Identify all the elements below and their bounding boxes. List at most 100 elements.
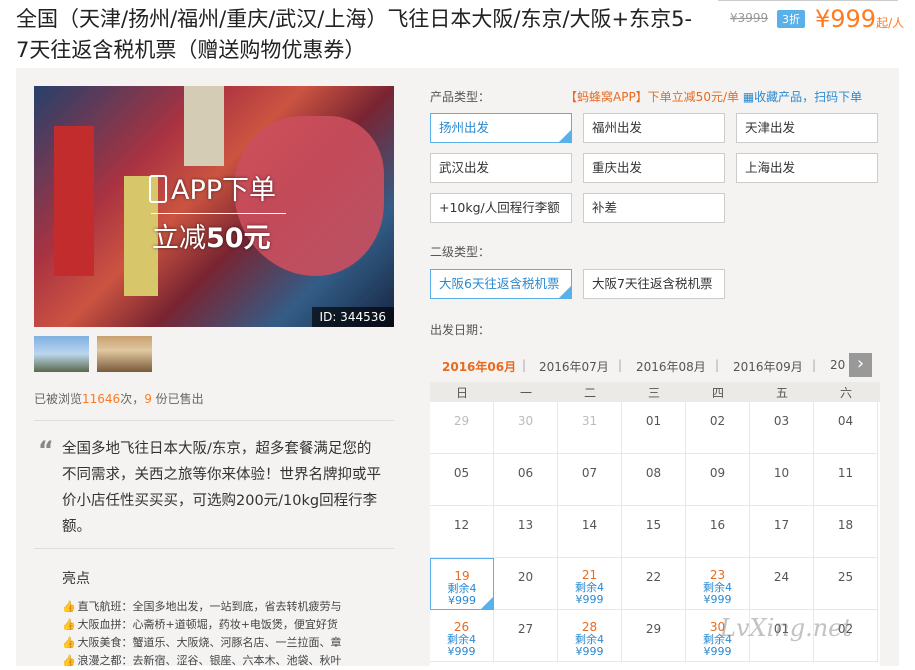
day-number: 09 <box>709 466 726 480</box>
month-tabs: 2016年06月 | 2016年07月 | 2016年08月 | 2016年09… <box>430 348 880 382</box>
price-unit: 起/人 <box>876 16 905 30</box>
calendar-day: 11 <box>814 454 878 506</box>
stats-suffix: 份已售出 <box>151 392 204 406</box>
calendar-day: 15 <box>622 506 686 558</box>
option-yangzhou[interactable]: 扬州出发 <box>430 113 572 143</box>
day-number: 28 <box>581 620 598 634</box>
day-number: 21 <box>581 568 598 582</box>
day-number: 06 <box>517 466 534 480</box>
discount-badge: 3折 <box>777 10 805 28</box>
calendar-day: 31 <box>558 402 622 454</box>
calendar-day[interactable]: 26 剩余4 ¥999 <box>430 610 494 662</box>
tab-month-06[interactable]: 2016年06月 <box>442 358 516 375</box>
current-price: ¥999起/人 <box>815 5 904 33</box>
day-number: 26 <box>453 620 470 634</box>
summary-divider <box>34 548 394 549</box>
stats-mid: 次， <box>120 392 145 406</box>
hero-image[interactable]: APP下单 立减50元 ID: 344536 <box>34 86 394 327</box>
day-number: 24 <box>773 570 790 584</box>
original-price: ¥3999 <box>730 11 769 25</box>
calendar-day: 02 <box>686 402 750 454</box>
calendar-day[interactable]: 19 剩余4 ¥999 <box>430 558 494 610</box>
option-osaka-7day[interactable]: 大阪7天往返含税机票 <box>583 269 725 299</box>
app-promo-link[interactable]: 【蚂蜂窝APP】下单立减50元/单 <box>565 90 739 104</box>
highlights-list: 👍 直飞航班：全国多地出发，一站到底，省去转机疲劳与 👍 大阪血拼：心斋桥+道顿… <box>62 598 392 670</box>
phone-icon <box>149 175 167 203</box>
day-number: 16 <box>709 518 726 532</box>
qr-icon[interactable]: ▦ <box>743 90 754 104</box>
highlights-title: 亮点 <box>62 571 90 587</box>
day-price: ¥999 <box>703 593 732 606</box>
next-month-arrow-icon[interactable]: › <box>849 353 872 377</box>
product-title: 全国（天津/扬州/福州/重庆/武汉/上海）飞往日本大阪/东京/大阪+东京5-7天… <box>16 7 693 62</box>
tab-month-09[interactable]: 2016年09月 <box>733 358 803 375</box>
option-osaka-6day[interactable]: 大阪6天往返含税机票 <box>430 269 572 299</box>
calendar-day: 29 <box>622 610 686 662</box>
highlight-item: 👍 大阪血拼：心斋桥+道顿堀，药妆+电饭煲，便宜好货 <box>62 616 392 634</box>
option-price-difference[interactable]: 补差 <box>583 193 725 223</box>
month-separator: | <box>812 358 817 372</box>
option-tianjin[interactable]: 天津出发 <box>736 113 878 143</box>
thumbnail-castle[interactable] <box>34 336 89 372</box>
calendar-day[interactable]: 23 剩余4 ¥999 <box>686 558 750 610</box>
day-number: 12 <box>453 518 470 532</box>
thumbnail-street[interactable] <box>97 336 152 372</box>
weekday-fri: 五 <box>775 386 788 400</box>
watermark: LvXing.net <box>720 614 853 642</box>
day-number: 25 <box>837 570 854 584</box>
price-divider <box>718 0 898 4</box>
highlight-text: 直飞航班：全国多地出发，一站到底，省去转机疲劳与 <box>77 600 342 613</box>
calendar-day: 05 <box>430 454 494 506</box>
option-chongqing[interactable]: 重庆出发 <box>583 153 725 183</box>
app-save-line: 立减50元 <box>152 216 271 255</box>
calendar-day: 09 <box>686 454 750 506</box>
day-number: 07 <box>581 466 598 480</box>
calendar-day: 01 <box>622 402 686 454</box>
weekday-sun: 日 <box>455 386 468 400</box>
calendar-day: 17 <box>750 506 814 558</box>
highlight-item: 👍 大阪美食：蟹道乐、大阪烧、河豚名店、一兰拉面、章 <box>62 634 392 652</box>
highlight-item: 👍 直飞航班：全国多地出发，一站到底，省去转机疲劳与 <box>62 598 392 616</box>
weekday-thu: 四 <box>711 386 724 400</box>
save-amount: 50元 <box>206 223 271 254</box>
option-fuzhou[interactable]: 福州出发 <box>583 113 725 143</box>
month-separator: | <box>618 358 623 372</box>
stats-divider <box>34 420 394 421</box>
calendar-day: 18 <box>814 506 878 558</box>
day-number: 15 <box>645 518 662 532</box>
hero-divider <box>151 213 286 214</box>
calendar-day: 22 <box>622 558 686 610</box>
day-number: 08 <box>645 466 662 480</box>
calendar-day: 08 <box>622 454 686 506</box>
calendar-day: 29 <box>430 402 494 454</box>
calendar-day: 12 <box>430 506 494 558</box>
weekday-mon: 一 <box>519 386 532 400</box>
calendar-day[interactable]: 21 剩余4 ¥999 <box>558 558 622 610</box>
tab-month-next[interactable]: 20 <box>830 358 845 372</box>
day-number: 01 <box>645 414 662 428</box>
day-price: ¥999 <box>575 593 604 606</box>
option-wuhan[interactable]: 武汉出发 <box>430 153 572 183</box>
calendar-day: 04 <box>814 402 878 454</box>
calendar-day: 27 <box>494 610 558 662</box>
price-box: ¥3999 3折 ¥999起/人 <box>716 0 915 40</box>
option-extra-luggage[interactable]: +10kg/人回程行李额 <box>430 193 572 223</box>
day-price: ¥999 <box>447 645 476 658</box>
view-stats: 已被浏览11646次，9 份已售出 <box>34 390 204 407</box>
day-number: 27 <box>517 622 534 636</box>
collect-link[interactable]: 收藏产品，扫码下单 <box>754 90 862 104</box>
product-summary: 全国多地飞往日本大阪/东京，超多套餐满足您的不同需求，关西之旅等你来体验！世界名… <box>62 441 381 535</box>
day-price: ¥999 <box>575 645 604 658</box>
thumbs-up-icon: 👍 <box>62 618 76 631</box>
tab-month-07[interactable]: 2016年07月 <box>539 358 609 375</box>
day-number: 04 <box>837 414 854 428</box>
calendar-day: 25 <box>814 558 878 610</box>
option-shanghai[interactable]: 上海出发 <box>736 153 878 183</box>
calendar-day: 03 <box>750 402 814 454</box>
sold-count: 9 <box>144 392 152 406</box>
calendar-day[interactable]: 28 剩余4 ¥999 <box>558 610 622 662</box>
tab-month-08[interactable]: 2016年08月 <box>636 358 706 375</box>
day-number: 20 <box>517 570 534 584</box>
image-id: ID: 344536 <box>311 307 394 327</box>
day-number: 13 <box>517 518 534 532</box>
